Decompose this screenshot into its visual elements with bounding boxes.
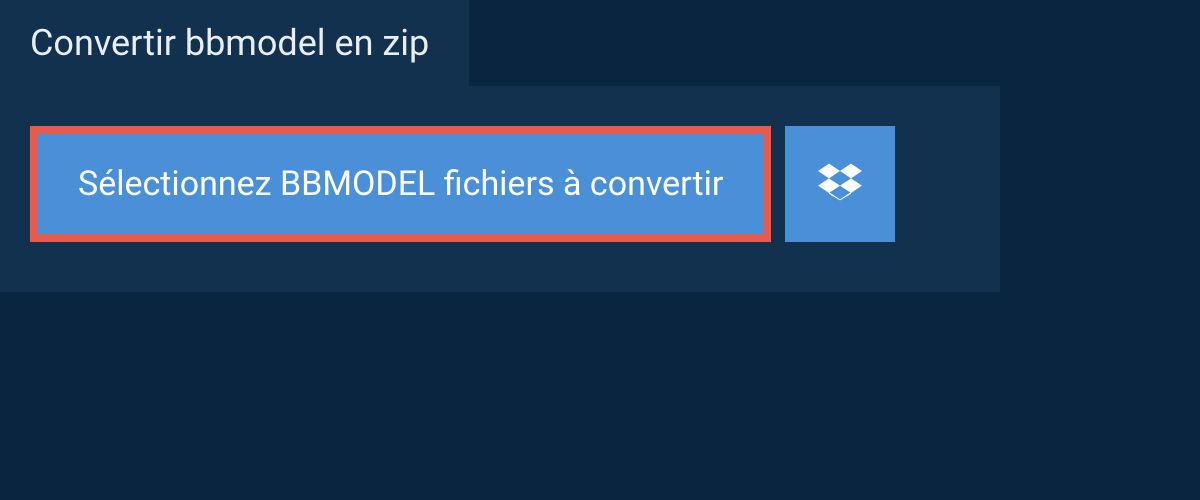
button-row: Sélectionnez BBMODEL fichiers à converti… (30, 126, 970, 242)
page-title: Convertir bbmodel en zip (30, 22, 429, 64)
tab-header: Convertir bbmodel en zip (0, 0, 469, 86)
dropbox-button[interactable] (785, 126, 895, 242)
content-panel: Sélectionnez BBMODEL fichiers à converti… (0, 86, 1000, 292)
select-files-button[interactable]: Sélectionnez BBMODEL fichiers à converti… (30, 126, 771, 242)
dropbox-icon (818, 160, 862, 208)
select-files-label: Sélectionnez BBMODEL fichiers à converti… (78, 164, 723, 204)
